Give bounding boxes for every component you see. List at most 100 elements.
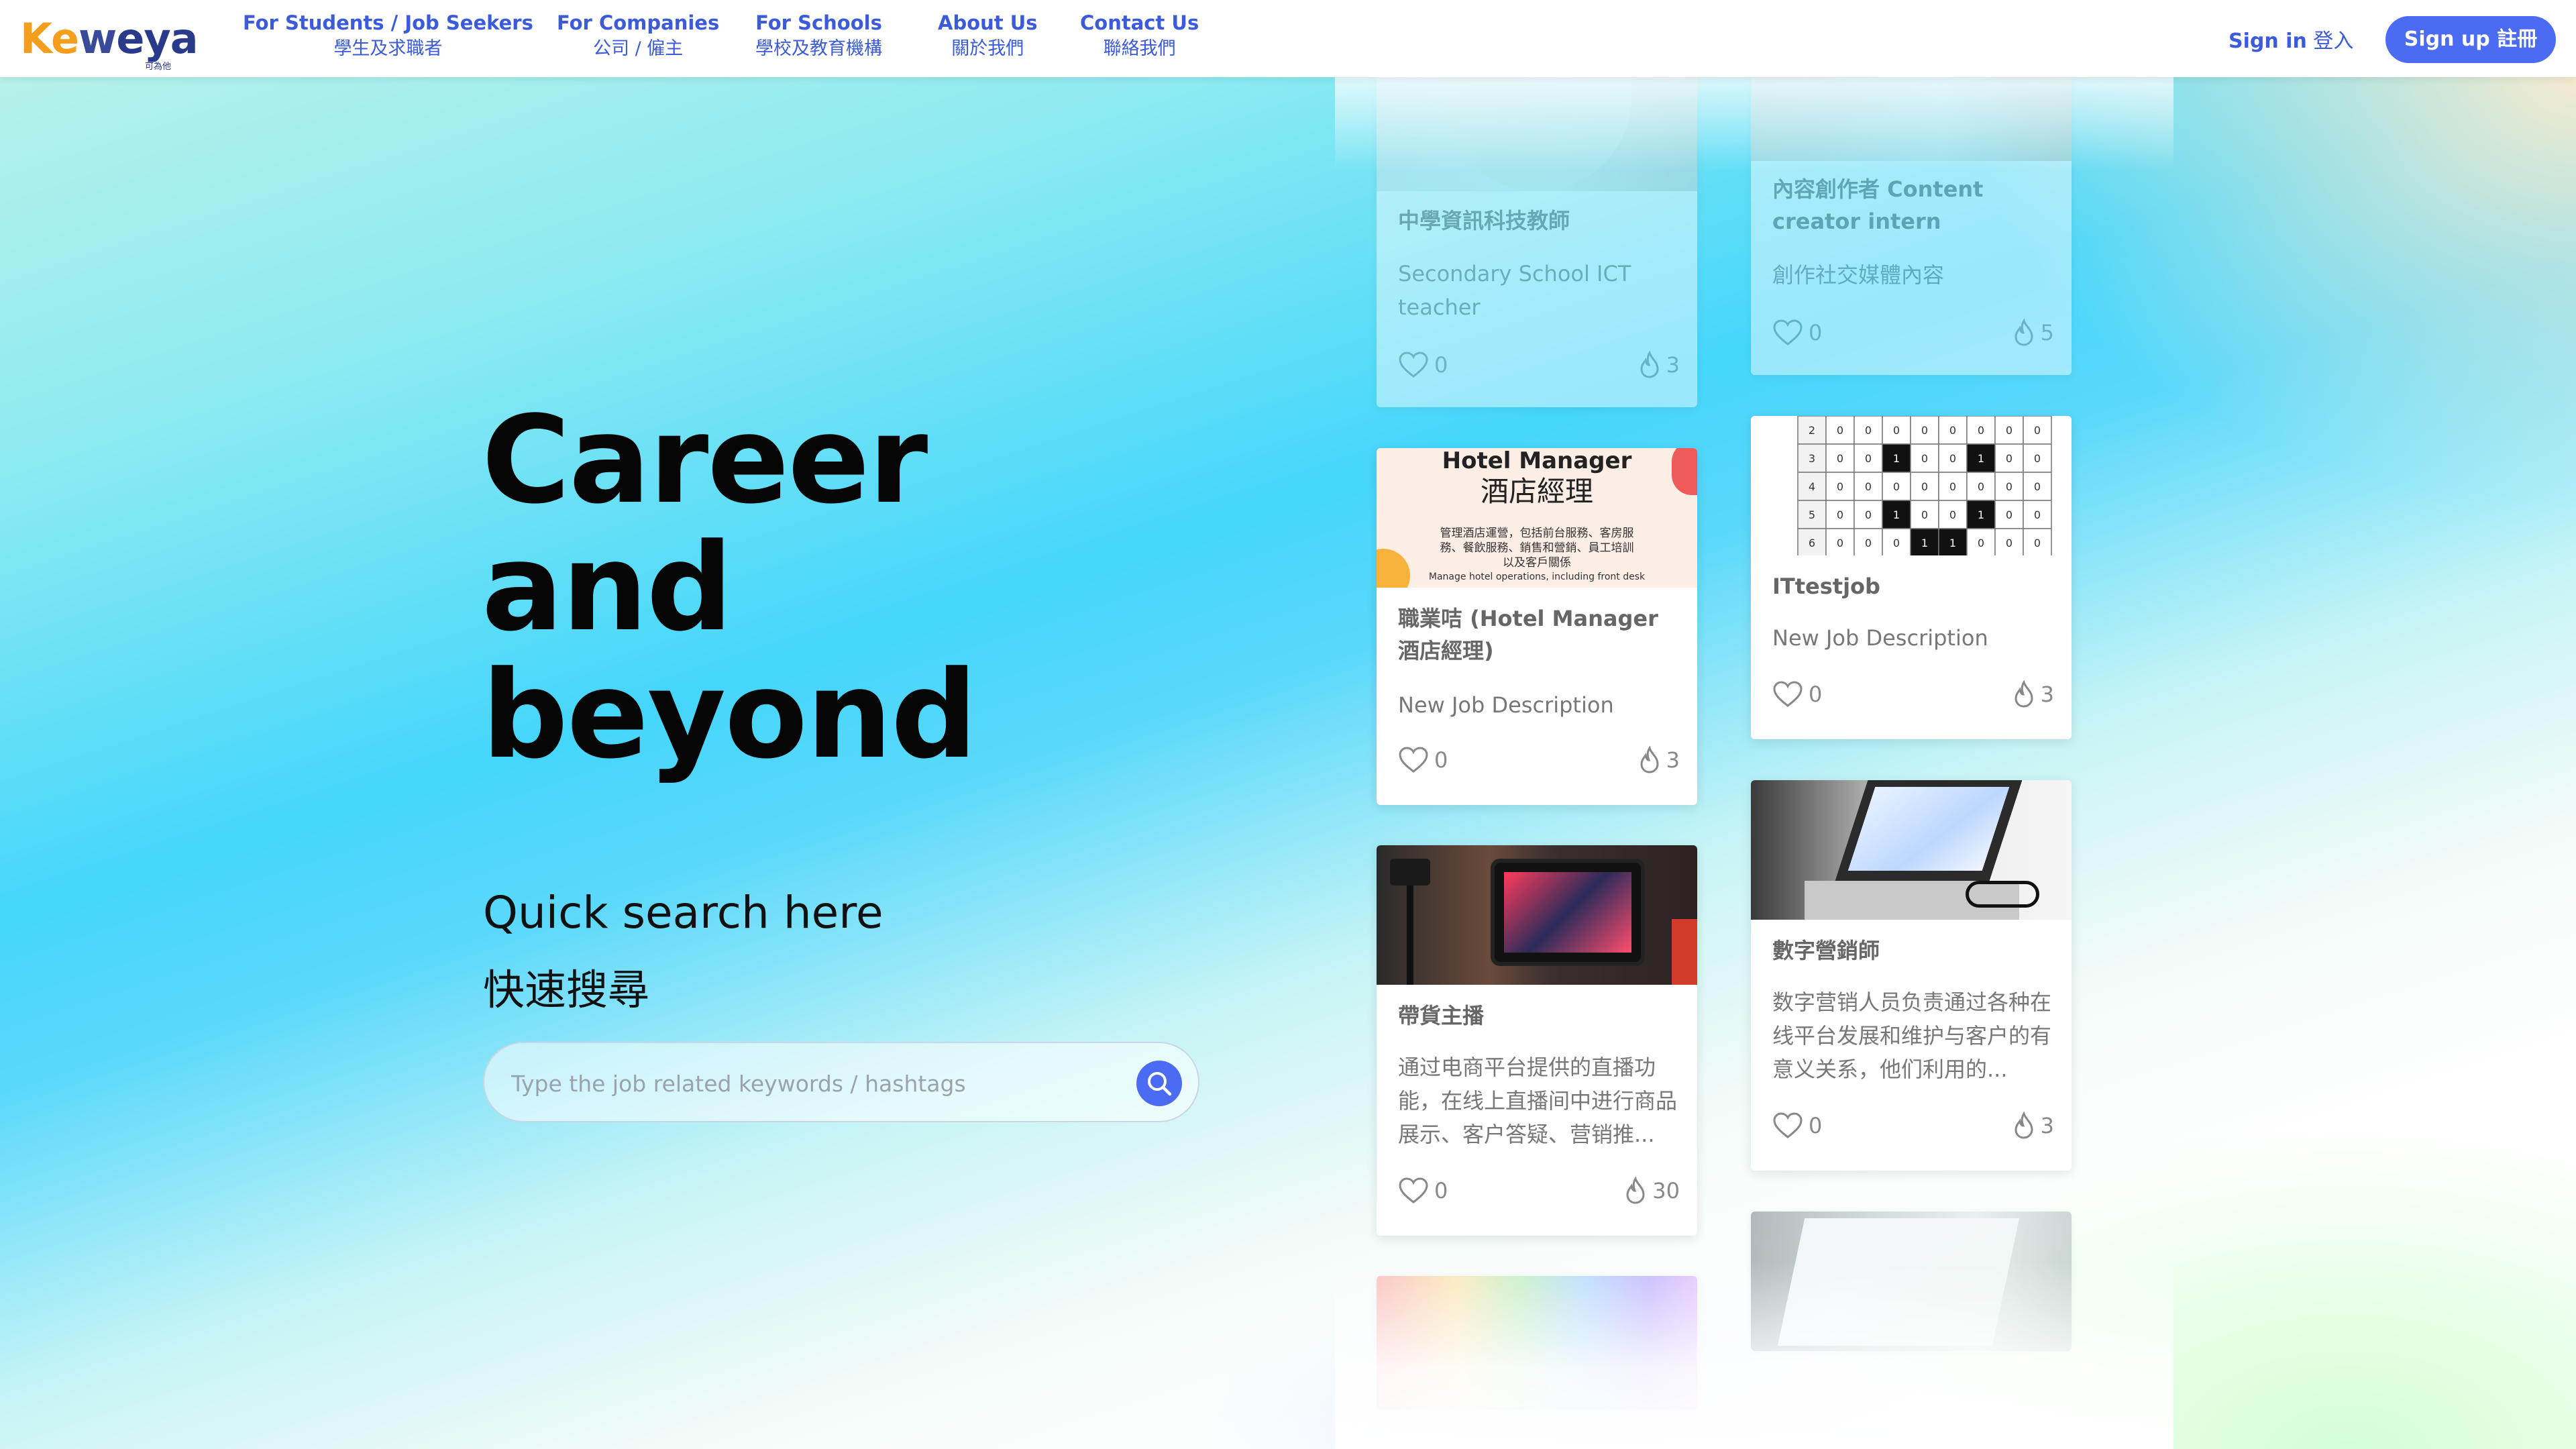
nav-contact[interactable]: Contact Us 聯絡我們: [1080, 9, 1199, 62]
grid-cell-value: 0: [1837, 537, 1843, 549]
nav-contact-en: Contact Us: [1080, 11, 1199, 34]
grid-cell-value: 0: [2006, 537, 2012, 549]
grid-cell-value: 0: [1921, 508, 1928, 521]
nav-students[interactable]: For Students / Job Seekers 學生及求職者: [243, 9, 533, 62]
image-text: 酒店經理: [1480, 475, 1593, 508]
views-count: 3: [1666, 352, 1680, 378]
like-count: 0: [1809, 682, 1823, 707]
signup-zh: 註冊: [2497, 28, 2538, 51]
grid-cell-value: 0: [1837, 424, 1843, 437]
views-counter: 5: [2012, 318, 2054, 347]
grid-cell-value: 1: [1978, 452, 1984, 465]
signin-link[interactable]: Sign in 登入: [2229, 24, 2353, 54]
nav-schools-zh: 學校及教育機構: [755, 38, 882, 59]
grid-cell-value: 0: [1978, 537, 1984, 549]
views-count: 5: [2040, 320, 2054, 345]
like-count: 0: [1434, 747, 1448, 773]
fire-icon: [2015, 680, 2033, 708]
nav-students-en: For Students / Job Seekers: [243, 11, 533, 34]
like-button[interactable]: 0: [1398, 1177, 1448, 1205]
nav-about-en: About Us: [938, 11, 1038, 34]
job-card-ittestjob[interactable]: 2 0 0 0 0 0 0 0 0 3 0 0 1 0 0 1 0 0 4 0 0 0 0 0 0 0 0 5 0 0 1 0 0 1 0 0 6 0 0 0…: [1751, 416, 2072, 739]
grid-cell-value: 2: [1809, 424, 1815, 437]
cards-top-fade: [1335, 77, 2174, 171]
views-count: 3: [1666, 747, 1680, 773]
views-counter: 3: [1638, 745, 1680, 774]
grid-cell-value: 0: [1921, 480, 1928, 493]
views-counter: 3: [2012, 680, 2054, 708]
like-button[interactable]: 0: [1772, 1112, 1822, 1140]
fire-icon: [1640, 350, 1659, 378]
nav-students-zh: 學生及求職者: [333, 38, 443, 59]
quick-search-heading-zh: 快速搜尋: [483, 965, 650, 1014]
image-text: 以及客戶關係: [1503, 556, 1571, 570]
job-card-hotel-manager[interactable]: Hotel Manager 酒店經理 管理酒店運營，包括前台服務、客房服 務、餐…: [1377, 448, 1697, 805]
grid-cell-value: 5: [1809, 508, 1815, 521]
job-card-image: [1751, 780, 2072, 920]
job-card-image: [1377, 845, 1697, 985]
like-button[interactable]: 0: [1398, 351, 1448, 379]
quick-search-heading: Quick search here: [483, 887, 883, 938]
signup-button[interactable]: Sign up 註冊: [2385, 16, 2556, 63]
grid-cell-value: 0: [1921, 424, 1928, 437]
grid-cell-value: 0: [1865, 424, 1872, 437]
grid-cell-value: 0: [2034, 480, 2041, 493]
grid-cell-value: 1: [1978, 508, 1984, 521]
grid-cell-value: 0: [2006, 480, 2012, 493]
grid-cell-value: 0: [1865, 508, 1872, 521]
job-card-image: 2 0 0 0 0 0 0 0 0 3 0 0 1 0 0 1 0 0 4 0 0 0 0 0 0 0 0 5 0 0 1 0 0 1 0 0 6 0 0 0…: [1751, 416, 2072, 555]
search-input[interactable]: [511, 1063, 1115, 1104]
nav-schools[interactable]: For Schools 學校及教育機構: [755, 9, 882, 62]
grid-cell-value: 0: [1949, 452, 1956, 465]
search-button[interactable]: [1136, 1061, 1182, 1106]
hero-title: Career and beyond: [482, 397, 1085, 780]
views-counter: 3: [1638, 350, 1680, 379]
views-count: 3: [2040, 682, 2054, 707]
like-button[interactable]: 0: [1398, 746, 1448, 774]
grid-cell-value: 0: [2034, 508, 2041, 521]
search-icon: [1148, 1072, 1172, 1096]
heart-icon: [1399, 1177, 1428, 1203]
grid-cell-value: 0: [1921, 452, 1928, 465]
nav-about-zh: 關於我們: [951, 38, 1024, 59]
grid-cell-value: 0: [1978, 480, 1984, 493]
top-navbar: Keweya 可為他 For Students / Job Seekers 學生…: [0, 0, 2576, 77]
job-card-description: 数字营销人员负责通过各种在线平台发展和维护与客户的有意义关系，他们利用的...: [1772, 989, 2052, 1082]
like-count: 0: [1809, 320, 1823, 345]
nav-schools-en: For Schools: [755, 11, 882, 34]
job-card-description: New Job Description: [1398, 692, 1614, 718]
job-card-description: Secondary School ICT teacher: [1398, 261, 1631, 320]
grid-cell-value: 0: [1837, 480, 1843, 493]
nav-about[interactable]: About Us 關於我們: [938, 9, 1038, 62]
grid-cell-value: 0: [1893, 537, 1900, 549]
job-card-title: 數字營銷師: [1772, 938, 1880, 963]
grid-cell-value: 0: [2006, 424, 2012, 437]
grid-cell-value: 1: [1949, 537, 1956, 549]
search-bar: [483, 1042, 1199, 1122]
job-card-title: 職業咭 (Hotel Manager 酒店經理): [1398, 606, 1658, 663]
grid-cell-value: 0: [1949, 424, 1956, 437]
job-card-description: New Job Description: [1772, 625, 1988, 651]
like-button[interactable]: 0: [1772, 680, 1822, 708]
grid-cell-value: 6: [1809, 537, 1815, 549]
signin-en: Sign in: [2229, 30, 2307, 53]
hero-title-line3: beyond: [482, 645, 977, 786]
nav-companies[interactable]: For Companies 公司 / 僱主: [557, 9, 719, 62]
logo-subtitle: 可為他: [145, 62, 172, 72]
binary-grid-image: 2 0 0 0 0 0 0 0 0 3 0 0 1 0 0 1 0 0 4 0 0 0 0 0 0 0 0 5 0 0 1 0 0 1 0 0 6 0 0 0…: [1797, 416, 2052, 555]
grid-cell-value: 0: [1949, 508, 1956, 521]
fire-icon: [2015, 1111, 2033, 1139]
like-count: 0: [1434, 352, 1448, 378]
views-count: 30: [1652, 1178, 1680, 1203]
keweya-logo[interactable]: Keweya 可為他: [20, 12, 199, 72]
job-card-digital-marketer[interactable]: 數字營銷師 数字营销人员负责通过各种在线平台发展和维护与客户的有意义关系，他们利…: [1751, 780, 2072, 1171]
like-count: 0: [1809, 1113, 1823, 1138]
job-card-image: Hotel Manager 酒店經理 管理酒店運營，包括前台服務、客房服 務、餐…: [1377, 448, 1697, 588]
grid-cell-value: 3: [1809, 452, 1815, 465]
hero-title-line1: Career: [482, 390, 928, 531]
grid-cell-value: 0: [2034, 452, 2041, 465]
like-button[interactable]: 0: [1772, 319, 1822, 347]
fire-icon: [2015, 318, 2033, 346]
job-card-livestreamer[interactable]: 帶貨主播 通过电商平台提供的直播功能，在线上直播间中进行商品展示、客户答疑、营销…: [1377, 845, 1697, 1236]
heart-icon: [1399, 352, 1428, 378]
